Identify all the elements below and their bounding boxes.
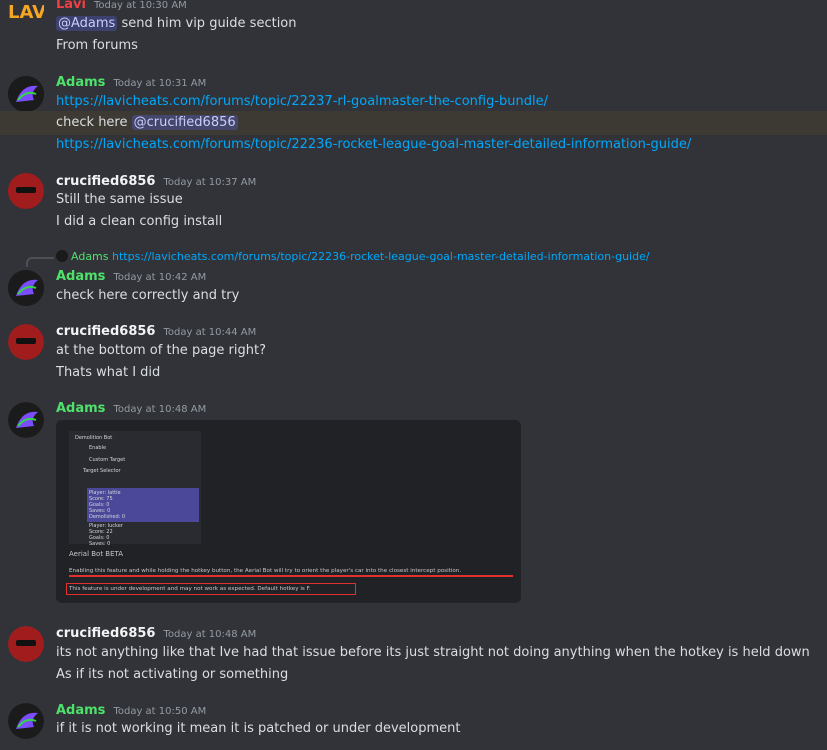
message-link[interactable]: https://lavicheats.com/forums/topic/2223… [56,94,548,109]
message-text: its not anything like that Ive had that … [56,645,810,660]
message-text: I did a clean config install [56,214,223,229]
timestamp: Today at 10:37 AM [163,177,257,188]
username[interactable]: Adams Today at 10:50 AM [56,703,206,718]
message-text: From forums [56,38,138,53]
settings-panel: Demolition Bot Enable Custom Target Targ… [69,431,201,547]
username[interactable]: Adams Today at 10:48 AM [56,401,206,416]
timestamp: Today at 10:31 AM [113,78,207,89]
mention[interactable]: @crucified6856 [131,115,238,130]
message-text: Thats what I did [56,365,161,380]
avatar[interactable] [8,324,44,360]
reply-preview[interactable]: Adams https://lavicheats.com/forums/topi… [56,250,650,263]
username[interactable]: Lavi Today at 10:30 AM [56,0,187,12]
timestamp: Today at 10:50 AM [113,706,207,717]
avatar[interactable] [8,76,44,112]
message-text: @Adams send him vip guide section [56,16,297,31]
username[interactable]: crucified6856 Today at 10:48 AM [56,626,256,641]
avatar[interactable] [8,173,44,209]
message-link[interactable]: https://lavicheats.com/forums/topic/2223… [56,137,691,152]
message-text: if it is not working it mean it is patch… [56,721,461,736]
red-underline [69,575,513,577]
svg-text:LAV: LAV [8,2,44,23]
message-text: at the bottom of the page right? [56,343,266,358]
message-text: As if its not activating or something [56,667,289,682]
username[interactable]: Adams Today at 10:31 AM [56,75,206,90]
timestamp: Today at 10:42 AM [113,272,207,283]
timestamp: Today at 10:30 AM [94,0,187,11]
username[interactable]: crucified6856 Today at 10:44 AM [56,324,256,339]
mention[interactable]: @Adams [56,16,118,31]
avatar[interactable] [8,402,44,438]
timestamp: Today at 10:48 AM [163,629,257,640]
username[interactable]: Adams Today at 10:42 AM [56,269,206,284]
timestamp: Today at 10:48 AM [113,404,207,415]
avatar[interactable] [8,626,44,662]
avatar[interactable]: LAV [8,0,44,34]
timestamp: Today at 10:44 AM [163,327,257,338]
reply-avatar [56,250,68,262]
image-attachment[interactable]: Demolition Bot Enable Custom Target Targ… [56,420,521,603]
message-text: check here @crucified6856 [56,115,238,130]
avatar[interactable] [8,703,44,739]
username[interactable]: crucified6856 Today at 10:37 AM [56,174,256,189]
message-text: check here correctly and try [56,288,240,303]
avatar[interactable] [8,270,44,306]
reply-spine [26,257,54,267]
message-text: Still the same issue [56,192,183,207]
